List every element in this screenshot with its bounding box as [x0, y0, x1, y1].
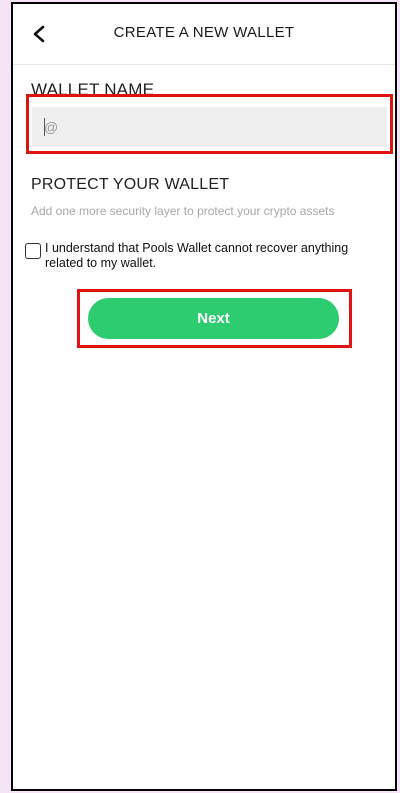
- protect-wallet-title: PROTECT YOUR WALLET: [31, 176, 230, 193]
- header-divider: [13, 64, 395, 65]
- agreement-label[interactable]: I understand that Pools Wallet cannot re…: [45, 241, 385, 271]
- next-button[interactable]: Next: [88, 298, 339, 339]
- app-header: CREATE A NEW WALLET: [13, 4, 395, 66]
- protect-wallet-subtitle: Add one more security layer to protect y…: [31, 204, 335, 218]
- text-caret: [44, 118, 45, 136]
- wallet-name-input[interactable]: [32, 107, 387, 147]
- wallet-name-highlight: [26, 94, 393, 154]
- page-title: CREATE A NEW WALLET: [113, 24, 295, 41]
- chevron-left-icon: [33, 25, 45, 43]
- next-button-highlight: Next: [77, 289, 352, 348]
- back-button[interactable]: [27, 22, 51, 46]
- screen-frame: CREATE A NEW WALLET WALLET NAME PROTECT …: [11, 2, 397, 791]
- agreement-checkbox[interactable]: [25, 243, 41, 259]
